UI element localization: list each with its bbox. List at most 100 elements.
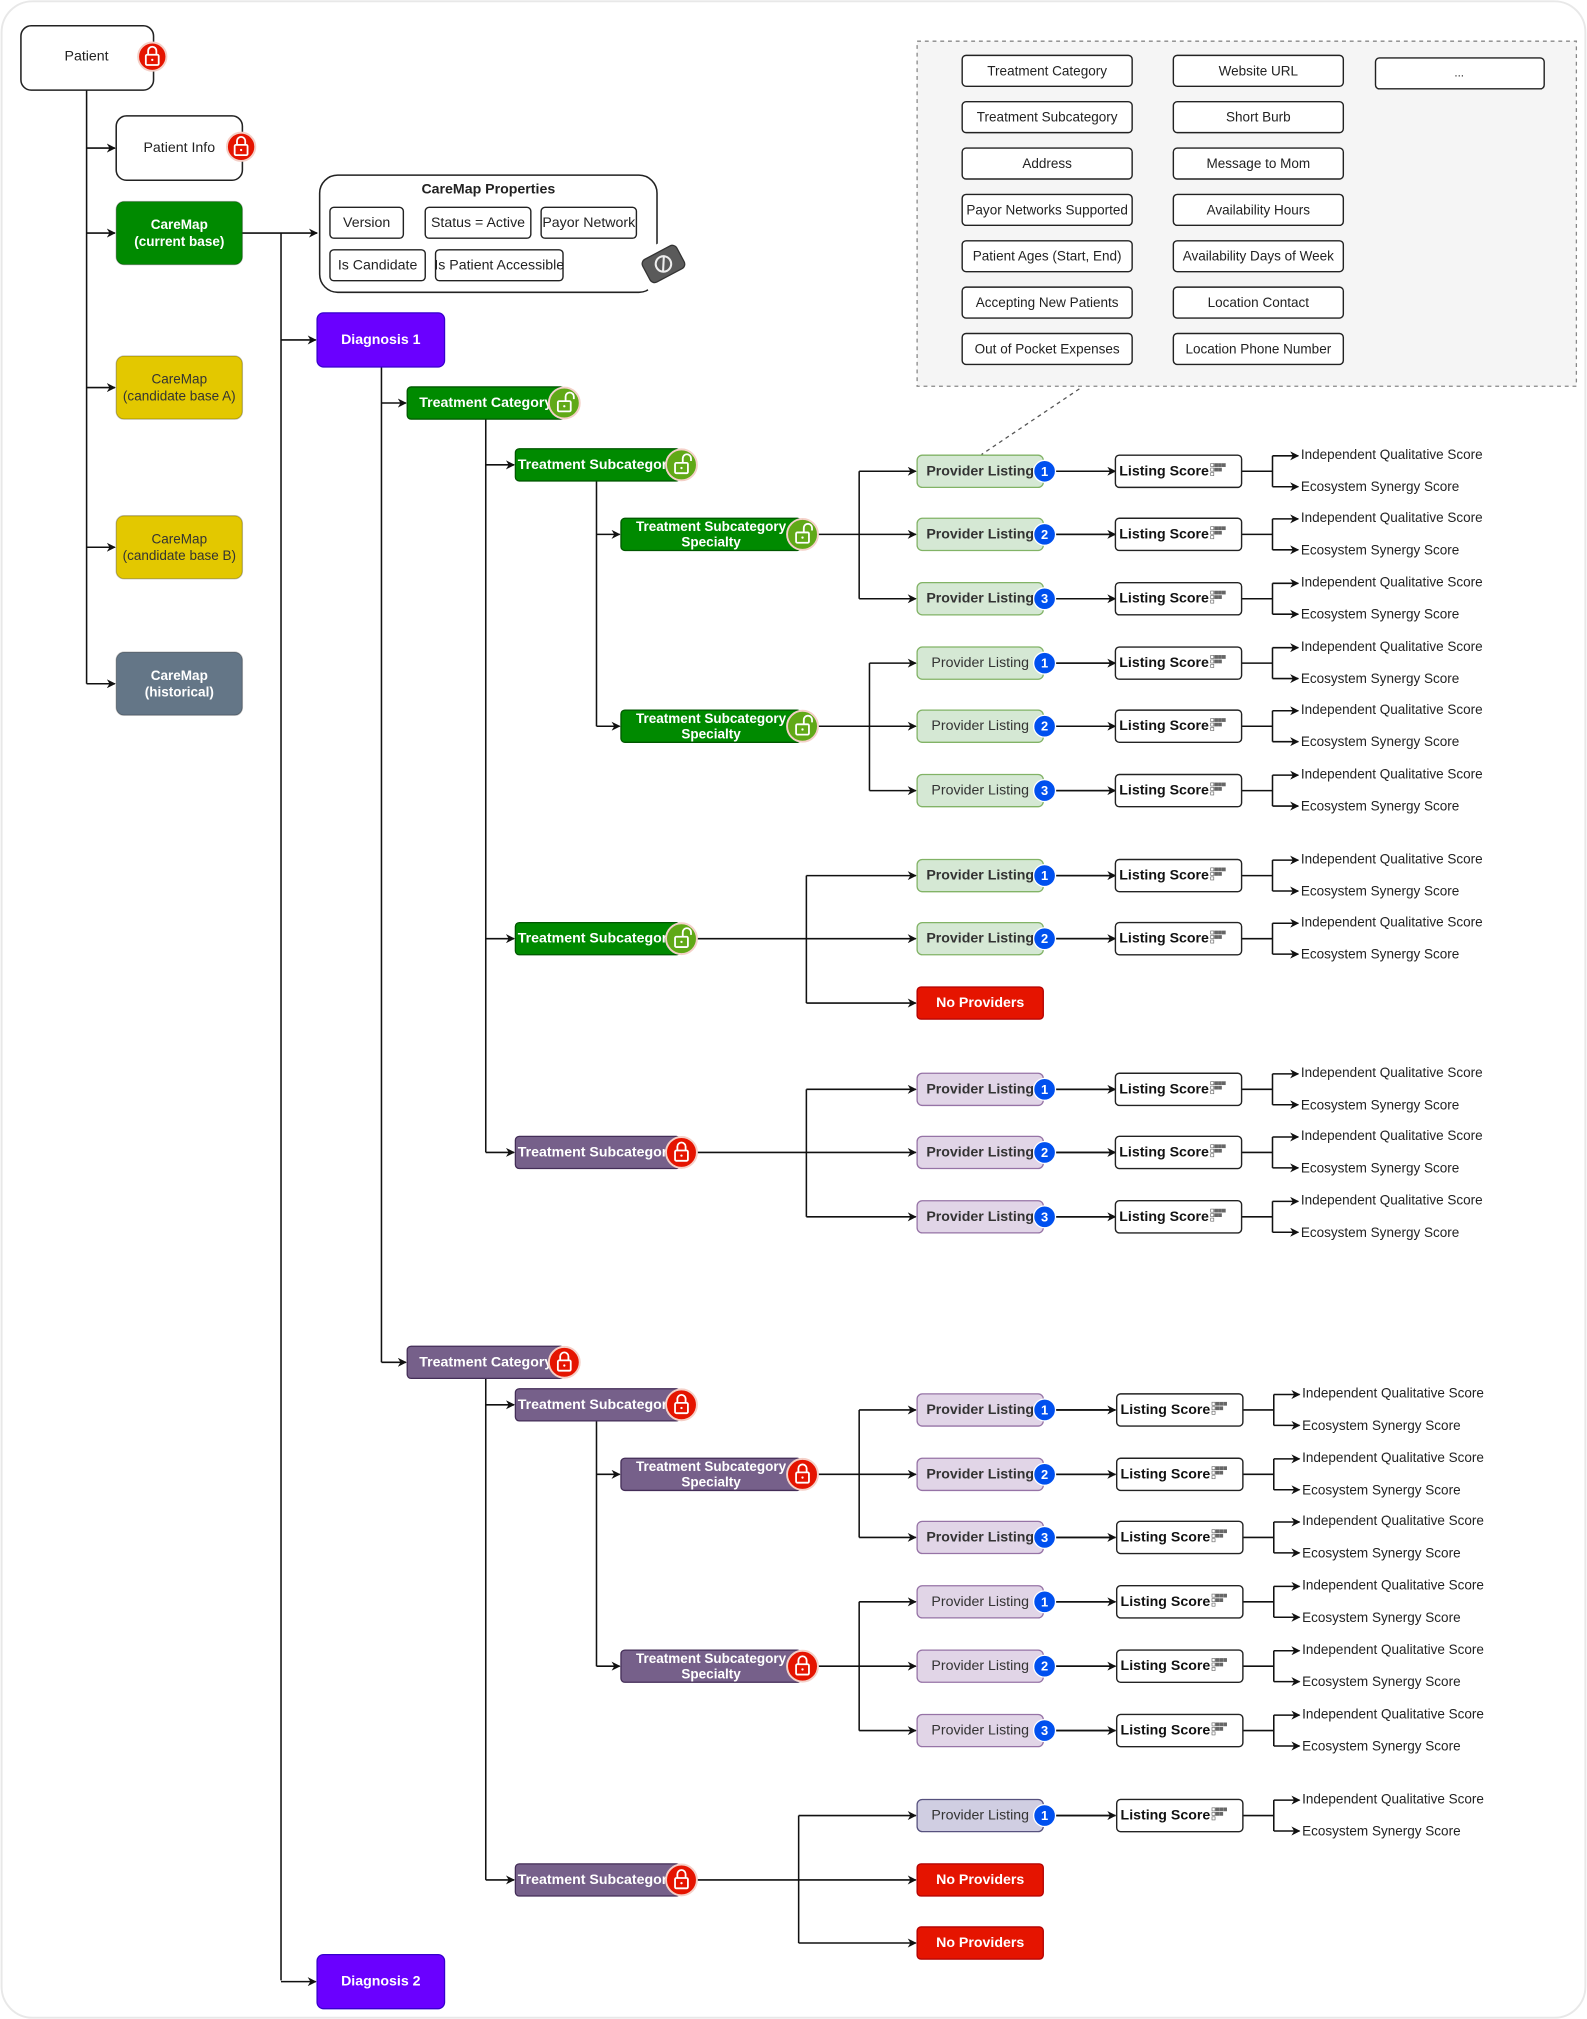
property-label: Is Candidate	[338, 257, 418, 273]
specialty-label: Specialty	[681, 1475, 741, 1490]
treatment-category-label: Treatment Category	[419, 1354, 552, 1370]
caremap-diagram: Patient Patient Info CareMap (current base)…	[0, 0, 1587, 2019]
listing-score-label: Listing Score	[1119, 463, 1209, 479]
ecosystem-synergy-score: Ecosystem Synergy Score	[1301, 1225, 1460, 1240]
caremap-label: (historical)	[145, 685, 214, 700]
lock-icon[interactable]	[665, 1136, 698, 1169]
lock-icon[interactable]	[786, 1649, 819, 1683]
field-label: Short Burb	[1226, 110, 1291, 125]
unlock-icon[interactable]	[547, 386, 581, 420]
badge-number: 1	[1041, 868, 1048, 883]
caremap-label: (candidate base A)	[123, 388, 236, 403]
provider-rank-badge: 3	[1032, 587, 1057, 611]
badge-number: 3	[1041, 1530, 1048, 1545]
provider-listing-label: Provider Listing	[931, 655, 1029, 671]
specialty-label: Specialty	[681, 535, 741, 550]
ecosystem-synergy-score: Ecosystem Synergy Score	[1301, 884, 1460, 899]
provider-listing-label: Provider Listing	[931, 1723, 1029, 1739]
lock-icon[interactable]	[547, 1345, 581, 1379]
badge-number: 2	[1041, 1145, 1048, 1160]
caremap-label: CareMap	[152, 372, 208, 387]
specialty-label: Specialty	[681, 726, 741, 741]
caremap-node[interactable]: CareMap (current base)	[115, 200, 244, 266]
independent-qualitative-score: Independent Qualitative Score	[1302, 1450, 1484, 1465]
independent-qualitative-score: Independent Qualitative Score	[1301, 447, 1483, 462]
provider-rank-badge: 2	[1032, 1140, 1057, 1165]
caremap-node[interactable]: CareMap (candidate base B)	[115, 515, 244, 580]
ecosystem-synergy-score: Ecosystem Synergy Score	[1302, 1739, 1461, 1754]
treatment-category-label: Treatment Category	[419, 395, 552, 411]
listing-score-label: Listing Score	[1119, 655, 1209, 671]
field-label: Availability Hours	[1207, 202, 1311, 217]
provider-listing-label: Provider Listing	[926, 1081, 1034, 1097]
provider-rank-badge: 3	[1032, 779, 1057, 803]
field-label: Website URL	[1219, 63, 1299, 78]
provider-listing-label: Provider Listing	[931, 783, 1029, 799]
independent-qualitative-score: Independent Qualitative Score	[1302, 1578, 1484, 1593]
provider-rank-badge: 1	[1032, 459, 1057, 483]
property-label: Version	[343, 215, 390, 231]
independent-qualitative-score: Independent Qualitative Score	[1301, 766, 1483, 781]
caremap-node[interactable]: CareMap (historical)	[115, 651, 244, 716]
provider-listing-label: Provider Listing	[926, 463, 1034, 479]
provider-rank-badge: 1	[1032, 1590, 1057, 1614]
ecosystem-synergy-score: Ecosystem Synergy Score	[1302, 1824, 1461, 1839]
unlock-icon[interactable]	[665, 448, 698, 482]
independent-qualitative-score: Independent Qualitative Score	[1301, 851, 1483, 866]
provider-listing-label: Provider Listing	[926, 1402, 1034, 1418]
provider-rank-badge: 2	[1032, 522, 1057, 546]
caremap-label: CareMap	[152, 531, 208, 546]
listing-score-label: Listing Score	[1121, 1594, 1211, 1610]
listing-score-label: Listing Score	[1119, 718, 1209, 734]
lock-icon[interactable]	[665, 1863, 698, 1897]
property-label: Is Patient Accessible	[434, 257, 564, 273]
lock-icon[interactable]	[137, 41, 168, 72]
listing-score-label: Listing Score	[1119, 1209, 1209, 1225]
provider-listing-label: Provider Listing	[926, 1209, 1034, 1225]
ecosystem-synergy-score: Ecosystem Synergy Score	[1302, 1545, 1461, 1560]
listing-score-label: Listing Score	[1121, 1808, 1211, 1824]
listing-score-label: Listing Score	[1119, 868, 1209, 884]
ecosystem-synergy-score: Ecosystem Synergy Score	[1301, 607, 1460, 622]
lock-icon[interactable]	[786, 1457, 819, 1491]
caremap-node[interactable]: CareMap(candidate base A)	[115, 355, 244, 420]
caremap-label: (candidate base B)	[123, 548, 236, 563]
field-label: Availability Days of Week	[1183, 249, 1334, 264]
treatment-subcategory-label: Treatment Subcategory	[518, 457, 675, 473]
field-label: Message to Mom	[1206, 156, 1310, 171]
unlock-icon[interactable]	[665, 922, 698, 956]
lock-icon[interactable]	[225, 131, 257, 162]
badge-number: 1	[1041, 1808, 1048, 1823]
independent-qualitative-score: Independent Qualitative Score	[1302, 1706, 1484, 1721]
provider-rank-badge: 1	[1032, 1803, 1057, 1828]
field-label: Address	[1022, 156, 1072, 171]
listing-score-label: Listing Score	[1119, 1081, 1209, 1097]
ecosystem-synergy-score: Ecosystem Synergy Score	[1302, 1482, 1461, 1497]
badge-number: 3	[1041, 1723, 1048, 1738]
treatment-subcategory-label: Treatment Subcategory	[518, 931, 675, 947]
field-label: Patient Ages (Start, End)	[973, 249, 1122, 264]
independent-qualitative-score: Independent Qualitative Score	[1301, 1065, 1483, 1080]
field-label: Location Contact	[1208, 295, 1310, 310]
provider-rank-badge: 2	[1032, 714, 1057, 738]
provider-rank-badge: 1	[1032, 863, 1057, 888]
field-label: Payor Networks Supported	[966, 202, 1128, 217]
independent-qualitative-score: Independent Qualitative Score	[1301, 575, 1483, 590]
diagnosis-label: Diagnosis 1	[341, 332, 421, 348]
provider-rank-badge: 1	[1032, 1398, 1057, 1422]
provider-rank-badge: 3	[1032, 1205, 1057, 1229]
listing-score-label: Listing Score	[1119, 931, 1209, 947]
lock-icon[interactable]	[665, 1388, 698, 1422]
ecosystem-synergy-score: Ecosystem Synergy Score	[1302, 1674, 1461, 1689]
independent-qualitative-score: Independent Qualitative Score	[1301, 914, 1483, 929]
independent-qualitative-score: Independent Qualitative Score	[1302, 1513, 1484, 1528]
provider-listing-label: Provider Listing	[926, 1529, 1034, 1545]
provider-rank-badge: 1	[1032, 651, 1057, 675]
unlock-icon[interactable]	[786, 709, 819, 743]
treatment-subcategory-label: Treatment Subcategory	[518, 1397, 675, 1413]
provider-listing-label: Provider Listing	[931, 1658, 1029, 1674]
badge-number: 1	[1041, 1402, 1048, 1417]
provider-listing-label: Provider Listing	[926, 1144, 1034, 1160]
unlock-icon[interactable]	[786, 517, 819, 551]
specialty-label: Treatment Subcategory	[636, 519, 787, 534]
